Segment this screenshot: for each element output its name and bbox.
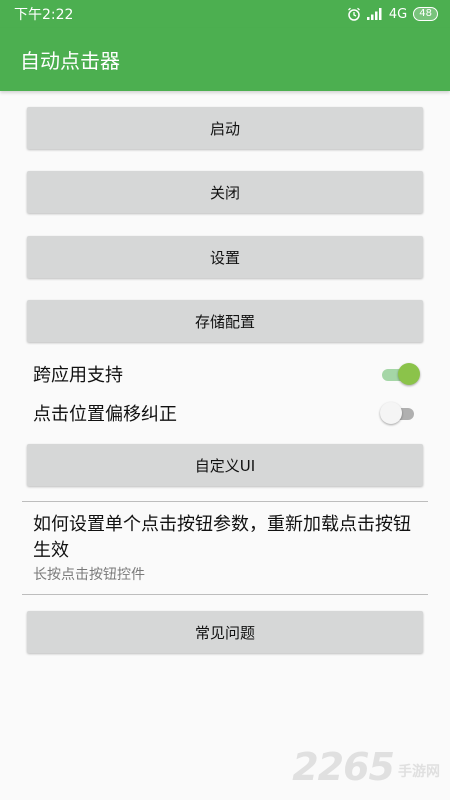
alarm-icon [347, 7, 360, 21]
cross-app-support-switch[interactable] [380, 363, 420, 385]
battery-icon: 48 [413, 7, 438, 21]
watermark-logo: 2265 手游网 [292, 745, 440, 789]
custom-ui-button[interactable]: 自定义UI [27, 444, 423, 486]
status-time: 下午2:22 [14, 7, 74, 23]
cross-app-support-label: 跨应用支持 [33, 365, 123, 386]
save-config-button[interactable]: 存储配置 [27, 300, 423, 342]
faq-button[interactable]: 常见问题 [27, 611, 423, 653]
battery-level: 48 [419, 8, 432, 19]
status-icons: 4G 48 [347, 7, 438, 22]
network-type: 4G [388, 6, 408, 22]
help-title[interactable]: 如何设置单个点击按钮参数，重新加载点击按钮生效 [33, 512, 428, 564]
click-offset-correction-switch[interactable] [380, 402, 418, 424]
status-bar: 下午2:22 4G 48 [0, 0, 450, 28]
settings-button[interactable]: 设置 [27, 236, 423, 278]
divider [22, 594, 428, 595]
click-offset-correction-label: 点击位置偏移纠正 [33, 404, 177, 425]
switch-thumb [380, 402, 402, 424]
page-title: 自动点击器 [20, 49, 120, 73]
help-subtitle: 长按点击按钮控件 [33, 567, 145, 583]
switch-thumb [398, 363, 420, 385]
cross-app-support-row[interactable]: 跨应用支持 [33, 358, 420, 390]
watermark-text: 手游网 [398, 764, 440, 780]
click-offset-correction-row[interactable]: 点击位置偏移纠正 [33, 397, 418, 429]
app-bar: 自动点击器 [0, 28, 450, 91]
divider [22, 501, 428, 502]
close-button[interactable]: 关闭 [27, 171, 423, 213]
signal-icon [366, 8, 382, 20]
watermark-number: 2265 [292, 745, 395, 789]
start-button[interactable]: 启动 [27, 107, 423, 149]
